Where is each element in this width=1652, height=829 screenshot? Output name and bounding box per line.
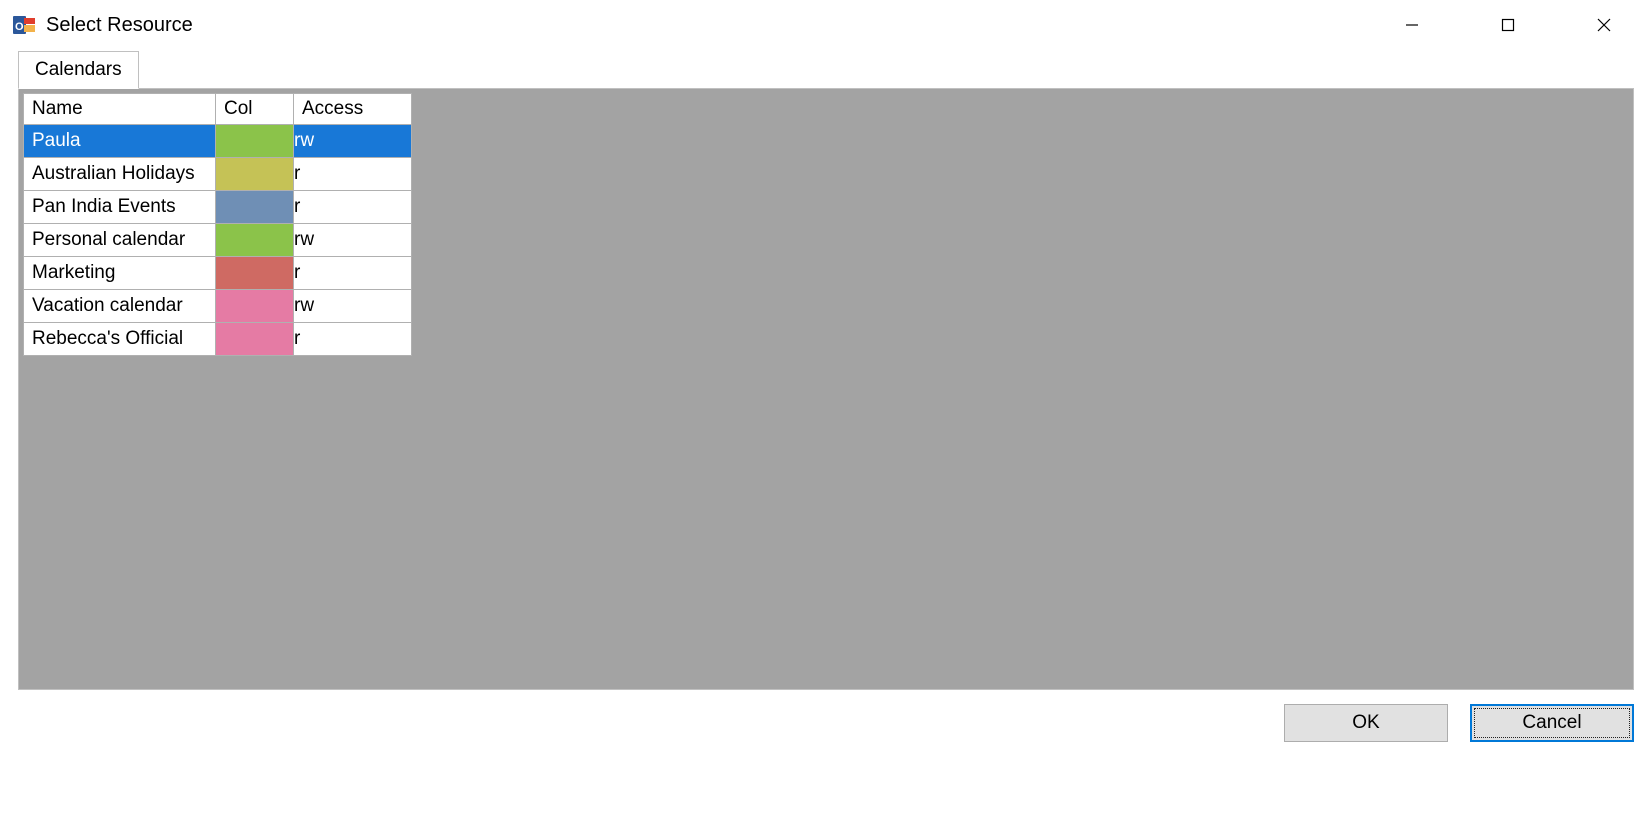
tab-content: Name Col Access PaularwAustralian Holida…: [18, 88, 1634, 690]
color-swatch: [216, 125, 293, 157]
window-controls: [1364, 0, 1652, 50]
cell-access: r: [294, 257, 412, 290]
cell-color: [216, 290, 294, 323]
cell-color: [216, 257, 294, 290]
cell-access: rw: [294, 224, 412, 257]
cell-access: r: [294, 191, 412, 224]
button-row: OK Cancel: [0, 690, 1652, 742]
cell-access: rw: [294, 125, 412, 158]
column-header-access[interactable]: Access: [294, 94, 412, 125]
maximize-button[interactable]: [1460, 0, 1556, 50]
cell-access: r: [294, 323, 412, 356]
table-row[interactable]: Rebecca's Official r: [24, 323, 412, 356]
color-swatch: [216, 158, 293, 190]
tab-calendars[interactable]: Calendars: [18, 51, 139, 89]
cell-name: Pan India Events: [24, 191, 216, 224]
cell-name: Rebecca's Official: [24, 323, 216, 356]
cell-access: r: [294, 158, 412, 191]
table-row[interactable]: Vacation calendar rw: [24, 290, 412, 323]
svg-text:O: O: [15, 21, 24, 33]
titlebar: O Select Resource: [0, 0, 1652, 50]
minimize-button[interactable]: [1364, 0, 1460, 50]
cell-name: Marketing: [24, 257, 216, 290]
cell-color: [216, 158, 294, 191]
dialog-body: Calendars Name Col Access PaularwAustral…: [0, 50, 1652, 690]
color-swatch: [216, 290, 293, 322]
cell-access: rw: [294, 290, 412, 323]
column-header-col[interactable]: Col: [216, 94, 294, 125]
table-row[interactable]: Personal calendar rw: [24, 224, 412, 257]
ok-button[interactable]: OK: [1284, 704, 1448, 742]
cell-color: [216, 323, 294, 356]
app-icon: O: [12, 13, 36, 37]
resource-table[interactable]: Name Col Access PaularwAustralian Holida…: [23, 93, 412, 356]
color-swatch: [216, 224, 293, 256]
window-title: Select Resource: [46, 14, 193, 37]
cell-color: [216, 125, 294, 158]
cancel-button[interactable]: Cancel: [1470, 704, 1634, 742]
cell-name: Australian Holidays: [24, 158, 216, 191]
cell-color: [216, 224, 294, 257]
table-header-row: Name Col Access: [24, 94, 412, 125]
tab-strip: Calendars: [18, 50, 1634, 88]
close-button[interactable]: [1556, 0, 1652, 50]
cell-name: Paula: [24, 125, 216, 158]
cell-name: Personal calendar: [24, 224, 216, 257]
column-header-name[interactable]: Name: [24, 94, 216, 125]
color-swatch: [216, 323, 293, 355]
cell-color: [216, 191, 294, 224]
color-swatch: [216, 191, 293, 223]
table-row[interactable]: Australian Holidays r: [24, 158, 412, 191]
table-row[interactable]: Pan India Events r: [24, 191, 412, 224]
color-swatch: [216, 257, 293, 289]
table-row[interactable]: Marketing r: [24, 257, 412, 290]
cell-name: Vacation calendar: [24, 290, 216, 323]
table-row[interactable]: Paula rw: [24, 125, 412, 158]
